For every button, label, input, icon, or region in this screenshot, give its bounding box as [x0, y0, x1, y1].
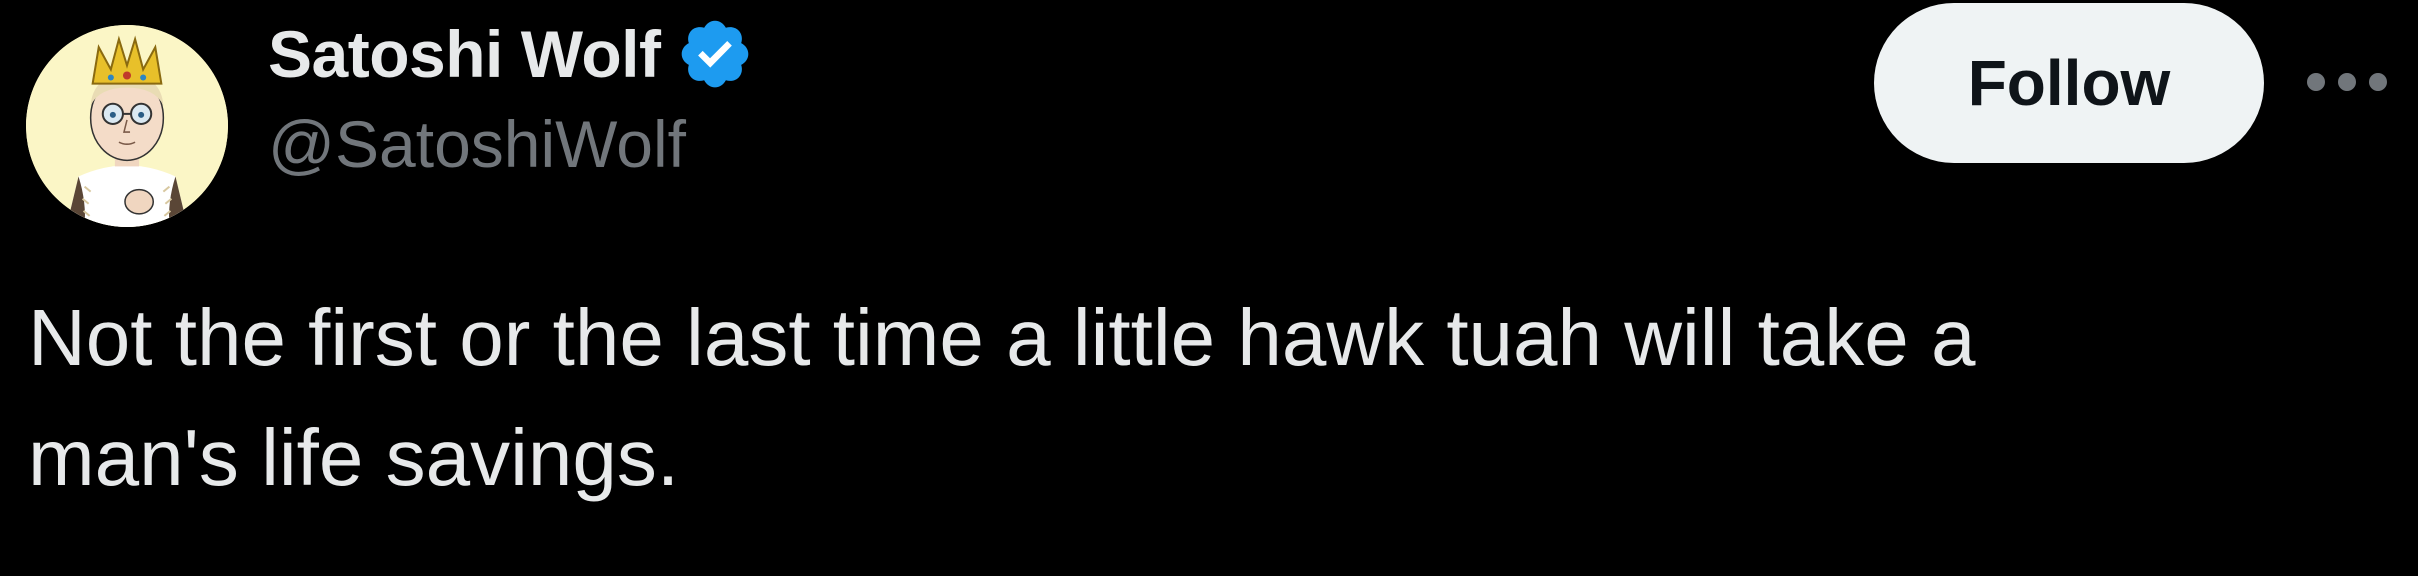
author-display-name[interactable]: Satoshi Wolf: [268, 16, 661, 92]
author-handle[interactable]: @SatoshiWolf: [268, 106, 686, 182]
avatar[interactable]: [26, 25, 228, 227]
follow-button[interactable]: Follow: [1874, 3, 2264, 163]
author-name-row: Satoshi Wolf: [268, 14, 754, 94]
avatar-illustration: [26, 25, 228, 227]
tweet-card: Satoshi Wolf @SatoshiWolf Follow Not the…: [0, 0, 2418, 576]
more-options-icon[interactable]: [2304, 58, 2390, 106]
verified-badge-icon[interactable]: [676, 15, 754, 93]
tweet-text: Not the first or the last time a little …: [28, 293, 1976, 502]
